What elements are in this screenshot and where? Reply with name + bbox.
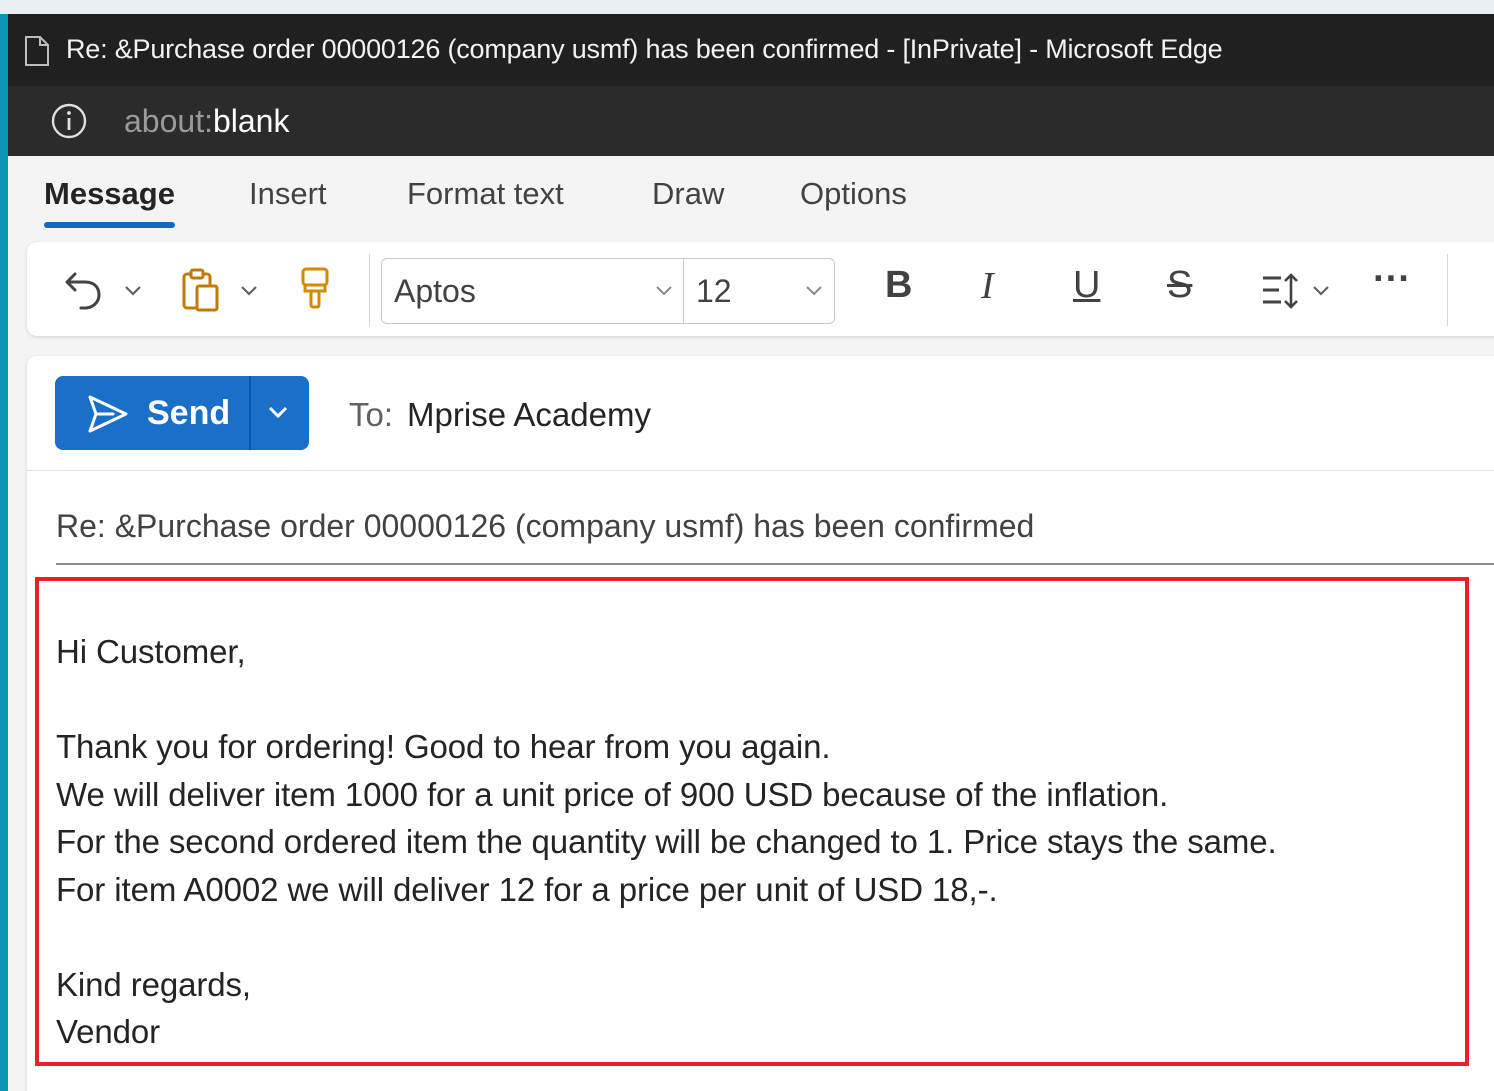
send-button-group: Send [55,376,309,450]
line-spacing-chevron-down-icon[interactable] [1311,284,1331,303]
send-options-chevron-down-icon[interactable] [266,402,290,427]
undo-chevron-down-icon[interactable] [123,284,143,303]
body-line: We will deliver item 1000 for a unit pri… [56,775,1169,813]
window-title: Re: &Purchase order 00000126 (company us… [66,34,1223,64]
italic-button[interactable]: I [981,264,994,308]
line-spacing-icon[interactable] [1261,272,1299,310]
info-icon[interactable] [50,102,88,145]
page-icon [24,36,50,71]
font-name-chevron-down-icon[interactable] [654,284,674,303]
url-path: blank [212,103,290,139]
body-line: ​ [56,676,1277,724]
send-icon[interactable] [87,394,129,439]
more-options-button[interactable]: ··· [1373,258,1411,301]
body-line: For the second ordered item the quantity… [56,823,1277,860]
body-line: ​ [56,913,1277,961]
send-button[interactable]: Send [147,394,230,433]
header-divider [27,470,1494,471]
font-name-select[interactable]: Aptos [394,273,476,310]
font-selector-group: Aptos 12 [381,258,835,324]
strikethrough-button[interactable]: S [1167,264,1192,307]
body-line: Hi Customer, [56,633,246,670]
toolbar-divider [1447,254,1448,326]
ribbon-toolbar: Aptos 12 B I U S ··· [27,242,1494,336]
body-line: Vendor [56,1013,160,1050]
url-text[interactable]: about:blank [124,103,289,140]
font-size-chevron-down-icon[interactable] [804,284,824,303]
background-app-strip [0,0,1494,14]
active-tab-indicator [44,222,175,228]
font-size-select[interactable]: 12 [696,273,732,310]
to-recipient[interactable]: Mprise Academy [407,396,651,433]
url-scheme: about: [124,103,213,139]
tab-options[interactable]: Options [800,176,907,212]
subject-underline [56,563,1494,565]
message-body[interactable]: Hi Customer, ​ Thank you for ordering! Goo… [56,628,1277,1056]
to-field[interactable]: To: Mprise Academy [349,396,651,434]
format-painter-icon[interactable] [299,266,331,312]
body-line: For item A0002 we will deliver 12 for a … [56,870,998,908]
tab-message[interactable]: Message [44,176,175,212]
paste-icon[interactable] [181,268,221,312]
subject-field[interactable]: Re: &Purchase order 00000126 (company us… [56,508,1034,545]
font-box-divider [683,259,684,323]
paste-chevron-down-icon[interactable] [239,284,259,303]
send-split-divider [249,376,251,450]
underline-button[interactable]: U [1073,264,1100,307]
tab-format-text[interactable]: Format text [407,176,564,212]
bold-button[interactable]: B [885,264,912,307]
body-line: Kind regards, [56,965,251,1003]
undo-icon[interactable] [63,268,105,312]
tab-draw[interactable]: Draw [652,176,724,212]
tab-insert[interactable]: Insert [249,176,327,212]
address-bar[interactable]: about:blank [8,86,1494,157]
body-line: Thank you for ordering! Good to hear fro… [56,728,831,765]
to-label: To: [349,396,394,433]
ribbon-tabs: Message Insert Format text Draw Options [8,156,1494,248]
toolbar-divider [369,254,370,326]
title-bar: Re: &Purchase order 00000126 (company us… [8,14,1494,86]
